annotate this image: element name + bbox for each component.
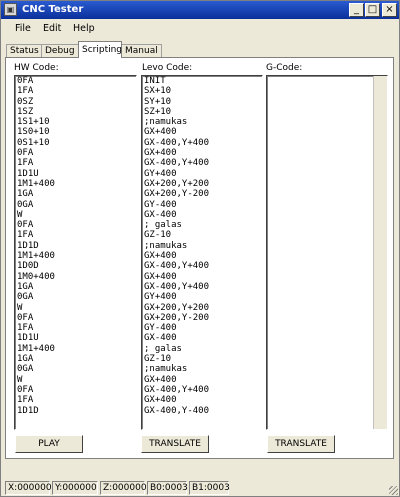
levo-code-line: GX+200,Y-200 (144, 189, 210, 200)
levo-code-line: GY-400 (144, 199, 177, 210)
levo-code-line: GX+200,Y+200 (144, 178, 210, 189)
tab-status[interactable]: Status (6, 44, 42, 57)
hw-code-line: 0SZ (17, 96, 34, 107)
hw-code-line: 1GA (17, 281, 34, 292)
tab-manual[interactable]: Manual (121, 44, 162, 57)
levo-code-line: GX+200,Y-200 (144, 312, 210, 323)
levo-code-line: GY+400 (144, 168, 177, 179)
hw-code-line: 1D1U (17, 333, 39, 344)
translate-gcode-button[interactable]: TRANSLATE (267, 435, 335, 453)
hw-code-label: HW Code: (14, 63, 59, 73)
levo-code-line: GX+400 (144, 395, 177, 406)
minimize-button[interactable]: _ (349, 3, 364, 17)
levo-code-line: ;namukas (144, 117, 188, 128)
hw-code-line: 1FA (17, 395, 34, 406)
levo-code-textarea[interactable]: INIT SX+10 SY+10 SZ+10 ;namukas GX+400 GX-400,… (141, 75, 263, 430)
hw-code-line: W (17, 302, 23, 313)
levo-code-line: GX+400 (144, 251, 177, 262)
hw-code-line: 0FA (17, 384, 34, 395)
levo-code-line: ; galas (144, 343, 182, 354)
levo-code-line: ;namukas (144, 240, 188, 251)
hw-code-line: 0FA (17, 148, 34, 159)
levo-code-line: GX+400 (144, 374, 177, 385)
levo-code-line: GX-400 (144, 209, 177, 220)
levo-code-line: GX-400,Y+400 (144, 261, 210, 272)
levo-code-line: ; galas (144, 220, 182, 231)
status-bar: X:000000 Y:000000 Z:000000 B0:0003 B1:00… (1, 477, 399, 496)
gcode-label: G-Code: (266, 63, 303, 73)
hw-code-line: W (17, 374, 23, 385)
levo-code-label: Levo Code: (142, 63, 193, 73)
levo-code-line: GX-400 (144, 333, 177, 344)
hw-code-line: 0GA (17, 364, 34, 375)
status-z: Z:000000 (100, 481, 147, 495)
title-bar[interactable]: ▣ CNC Tester _ □ × (1, 1, 399, 19)
status-x: X:000000 (5, 481, 52, 495)
levo-code-line: GY-400 (144, 323, 177, 334)
hw-code-line: 1S1+10 (17, 117, 50, 128)
levo-code-line: ;namukas (144, 364, 188, 375)
levo-code-line: SY+10 (144, 96, 172, 107)
hw-code-line: 1M1+400 (17, 178, 55, 189)
levo-code-line: GX-400,Y+400 (144, 281, 210, 292)
window-title: CNC Tester (22, 4, 84, 15)
tab-debug[interactable]: Debug (41, 44, 79, 57)
scripting-panel: HW Code: Levo Code: G-Code: 0FA 1FA 0SZ 1SZ… (5, 57, 394, 459)
translate-levo-button[interactable]: TRANSLATE (141, 435, 209, 453)
hw-code-line: 1S0+10 (17, 127, 50, 138)
hw-code-line: W (17, 209, 23, 220)
levo-code-line: GX+200,Y+200 (144, 302, 210, 313)
hw-code-line: 1GA (17, 189, 34, 200)
levo-code-line: GX-400,Y+400 (144, 384, 210, 395)
play-button[interactable]: PLAY (15, 435, 83, 453)
maximize-button[interactable]: □ (365, 3, 380, 17)
levo-code-line: GX+400 (144, 148, 177, 159)
close-button[interactable]: × (382, 3, 397, 17)
hw-code-textarea[interactable]: 0FA 1FA 0SZ 1SZ 1S1+10 1S0+10 0S1+10 0FA 1FA 1D1U… (14, 75, 137, 430)
hw-code-line: 1GA (17, 354, 34, 365)
levo-code-line: GX-400,Y+400 (144, 137, 210, 148)
hw-code-line: 1D0D (17, 261, 39, 272)
status-b0: B0:0003 (147, 481, 188, 495)
levo-code-line: GX+400 (144, 127, 177, 138)
hw-code-line: 1SZ (17, 106, 34, 117)
levo-code-line: INIT (144, 76, 166, 86)
menu-file[interactable]: File (15, 23, 31, 34)
hw-code-line: 1M1+400 (17, 251, 55, 262)
hw-code-line: 0FA (17, 76, 34, 86)
status-y: Y:000000 (52, 481, 98, 495)
hw-code-line: 0FA (17, 220, 34, 231)
app-icon[interactable]: ▣ (4, 3, 17, 16)
hw-code-line: 0GA (17, 292, 34, 303)
hw-code-line: 0GA (17, 199, 34, 210)
gcode-scrollbar[interactable] (373, 76, 387, 429)
levo-code-line: GY+400 (144, 292, 177, 303)
hw-code-line: 1FA (17, 158, 34, 169)
hw-code-line: 1M1+400 (17, 343, 55, 354)
levo-code-line: SX+10 (144, 86, 172, 97)
menu-help[interactable]: Help (73, 23, 95, 34)
levo-code-line: GX-400,Y+400 (144, 158, 210, 169)
resize-grip[interactable] (389, 486, 398, 495)
main-window: ▣ CNC Tester _ □ × File Edit Help Status… (0, 0, 400, 497)
menu-bar: File Edit Help (1, 20, 399, 38)
tab-scripting[interactable]: Scripting (78, 41, 122, 58)
hw-code-line: 1D1D (17, 405, 39, 416)
menu-edit[interactable]: Edit (43, 23, 61, 34)
hw-code-line: 1D1D (17, 240, 39, 251)
hw-code-line: 1D1U (17, 168, 39, 179)
hw-code-line: 0S1+10 (17, 137, 50, 148)
levo-code-line: GX-400,Y-400 (144, 405, 210, 416)
hw-code-line: 0FA (17, 312, 34, 323)
levo-code-line: GX+400 (144, 271, 177, 282)
hw-code-line: 1FA (17, 86, 34, 97)
hw-code-line: 1FA (17, 323, 34, 334)
levo-code-line: SZ+10 (144, 106, 172, 117)
levo-code-line: GZ-10 (144, 230, 172, 241)
status-b1: B1:0003 (189, 481, 230, 495)
hw-code-line: 1M0+400 (17, 271, 55, 282)
gcode-textarea[interactable] (266, 75, 388, 430)
hw-code-line: 1FA (17, 230, 34, 241)
levo-code-line: GZ-10 (144, 354, 172, 365)
